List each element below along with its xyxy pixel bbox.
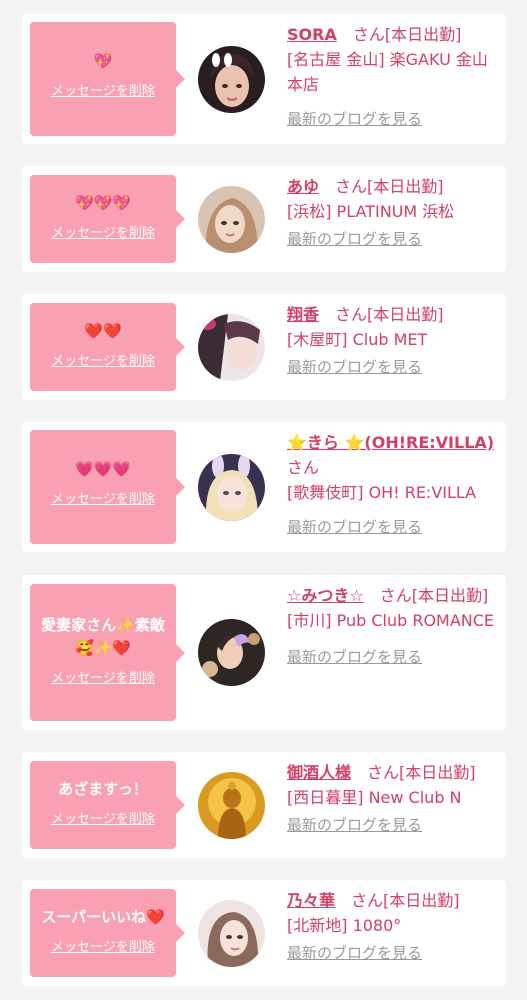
cast-name-link[interactable]: 乃々華: [287, 891, 335, 910]
cast-name-link[interactable]: ⭐きら ⭐(OH!RE:VILLA): [287, 433, 494, 452]
cast-status: さん[本日出勤]: [319, 177, 444, 196]
cast-status: さん[本日出勤]: [336, 25, 462, 44]
person-photo-icon: [198, 619, 265, 686]
cast-status: さん[本日出勤]: [363, 586, 489, 605]
store-name: [浜松] PLATINUM 浜松: [287, 202, 455, 221]
latest-blog-link[interactable]: 最新のブログを見る: [287, 515, 422, 540]
person-photo-icon: [198, 900, 265, 967]
avatar[interactable]: [198, 900, 265, 967]
message-bubble: 💖 メッセージを削除: [30, 22, 185, 136]
message-text: ❤️❤️: [84, 322, 122, 340]
avatar[interactable]: [198, 314, 265, 381]
cast-info: あゆ さん[本日出勤] [浜松] PLATINUM 浜松 最新のブログを見る: [287, 174, 499, 252]
person-photo-icon: [198, 46, 265, 113]
store-name: [名古屋 金山] 楽GAKU 金山本店: [287, 50, 488, 94]
store-name: [市川] Pub Club ROMANCE: [287, 611, 495, 630]
cast-info: ☆みつき☆ さん[本日出勤] [市川] Pub Club ROMANCE 最新の…: [287, 583, 499, 670]
message-text: あざますっ！: [58, 780, 148, 798]
delete-message-link[interactable]: メッセージを削除: [51, 667, 155, 686]
message-text: スーパーいいね❤️: [41, 908, 165, 926]
cast-status: さん[本日出勤]: [351, 763, 476, 782]
store-name: [北新地] 1080°: [287, 916, 402, 935]
delete-message-link[interactable]: メッセージを削除: [51, 808, 155, 827]
cast-info: SORA さん[本日出勤] [名古屋 金山] 楽GAKU 金山本店 最新のブログ…: [287, 22, 499, 132]
message-text: 💖: [93, 52, 113, 70]
message-card: 💖 メッセージを削除 SORA さん[本日出勤] [名古屋 金山] 楽GAKU …: [22, 14, 506, 144]
cast-name-link[interactable]: あゆ: [287, 177, 319, 196]
message-card: ❤️❤️ メッセージを削除 翔香 さん[本日出勤] [木屋町] Club MET…: [22, 294, 506, 400]
cast-info: 乃々華 さん[本日出勤] [北新地] 1080° 最新のブログを見る: [287, 888, 499, 966]
message-text: 💗💗💗: [74, 460, 132, 478]
avatar[interactable]: [198, 46, 265, 113]
latest-blog-link[interactable]: 最新のブログを見る: [287, 941, 422, 966]
message-card: スーパーいいね❤️ メッセージを削除 乃々華 さん[本日出勤] [北新地] 10…: [22, 880, 506, 986]
cast-name-link[interactable]: 御酒人様: [287, 763, 351, 782]
person-photo-icon: [198, 314, 265, 381]
delete-message-link[interactable]: メッセージを削除: [51, 936, 155, 955]
cast-info: 翔香 さん[本日出勤] [木屋町] Club MET 最新のブログを見る: [287, 302, 499, 380]
avatar[interactable]: [198, 619, 265, 686]
cast-name-link[interactable]: SORA: [287, 25, 337, 44]
message-bubble: ❤️❤️ メッセージを削除: [30, 303, 185, 391]
person-photo-icon: [198, 186, 265, 253]
message-text: 💖💖💖: [74, 194, 132, 212]
delete-message-link[interactable]: メッセージを削除: [51, 488, 155, 507]
cast-name-link[interactable]: ☆みつき☆: [287, 586, 364, 605]
latest-blog-link[interactable]: 最新のブログを見る: [287, 813, 422, 838]
store-name: [木屋町] Club MET: [287, 330, 428, 349]
store-name: [西日暮里] New Club N: [287, 788, 462, 807]
store-name: [歌舞伎町] OH! RE:VILLA: [287, 483, 477, 502]
message-card: 💖💖💖 メッセージを削除 あゆ さん[本日出勤] [浜松] PLATINUM 浜…: [22, 166, 506, 272]
golden-statue-icon: [198, 772, 265, 839]
cast-name-link[interactable]: 翔香: [287, 305, 319, 324]
latest-blog-link[interactable]: 最新のブログを見る: [287, 645, 422, 670]
cast-info: ⭐きら ⭐(OH!RE:VILLA) さん [歌舞伎町] OH! RE:VILL…: [287, 430, 499, 540]
message-bubble: 💗💗💗 メッセージを削除: [30, 430, 185, 544]
avatar[interactable]: [198, 186, 265, 253]
delete-message-link[interactable]: メッセージを削除: [51, 350, 155, 369]
avatar[interactable]: [198, 772, 265, 839]
latest-blog-link[interactable]: 最新のブログを見る: [287, 355, 422, 380]
message-bubble: スーパーいいね❤️ メッセージを削除: [30, 889, 185, 977]
message-card: 💗💗💗 メッセージを削除 ⭐きら ⭐(OH!RE:VILLA) さん [歌舞伎町…: [22, 422, 506, 552]
latest-blog-link[interactable]: 最新のブログを見る: [287, 227, 422, 252]
latest-blog-link[interactable]: 最新のブログを見る: [287, 107, 422, 132]
message-card: 愛妻家さん✨素敵 🥰✨❤️ メッセージを削除 ☆みつき☆ さん[本日出勤] [市…: [22, 575, 506, 730]
message-bubble: あざますっ！ メッセージを削除: [30, 761, 185, 849]
delete-message-link[interactable]: メッセージを削除: [51, 80, 155, 99]
message-bubble: 愛妻家さん✨素敵 🥰✨❤️ メッセージを削除: [30, 584, 185, 721]
cast-status: さん[本日出勤]: [319, 305, 444, 324]
delete-message-link[interactable]: メッセージを削除: [51, 222, 155, 241]
cast-info: 御酒人様 さん[本日出勤] [西日暮里] New Club N 最新のブログを見…: [287, 760, 499, 838]
message-card: あざますっ！ メッセージを削除 御酒人様 さん[本日出勤] [西日暮里] New…: [22, 752, 506, 858]
cast-status: さん[本日出勤]: [335, 891, 460, 910]
person-photo-icon: [198, 454, 265, 521]
message-bubble: 💖💖💖 メッセージを削除: [30, 175, 185, 263]
message-text: 愛妻家さん✨素敵 🥰✨❤️: [41, 616, 165, 657]
avatar[interactable]: [198, 454, 265, 521]
